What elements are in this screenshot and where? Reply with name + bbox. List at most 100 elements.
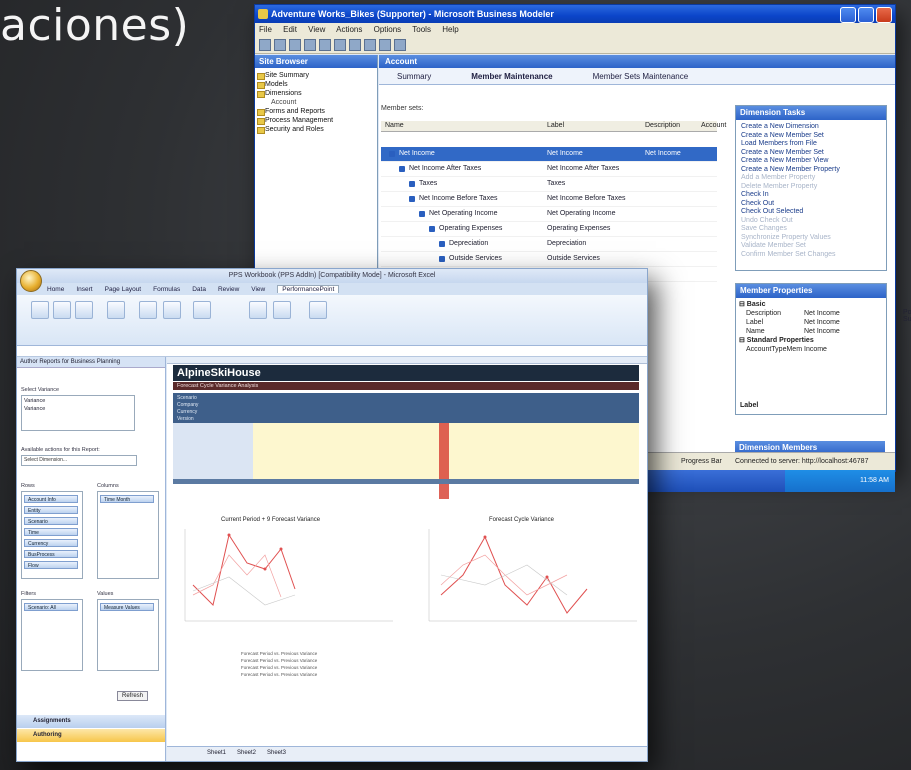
cut-icon[interactable] bbox=[319, 39, 331, 51]
tree-item[interactable]: Security and Roles bbox=[255, 125, 377, 134]
row-chip[interactable]: Scenario bbox=[24, 517, 78, 525]
col-description[interactable]: Description bbox=[645, 122, 680, 129]
ribbon-tab[interactable]: Insert bbox=[76, 286, 92, 293]
filter-chip[interactable]: Scenario: All bbox=[24, 603, 78, 611]
columns-zone[interactable]: Time Month bbox=[97, 491, 159, 579]
help-icon[interactable] bbox=[394, 39, 406, 51]
menu-options[interactable]: Options bbox=[374, 25, 402, 34]
ribbon-tab[interactable]: View bbox=[251, 286, 265, 293]
property-row[interactable]: ⊟ Standard Properties bbox=[736, 336, 886, 345]
ribbon-tab[interactable]: Review bbox=[218, 286, 239, 293]
refresh-button[interactable]: Refresh bbox=[117, 691, 149, 701]
values-zone[interactable]: Measure Values bbox=[97, 599, 159, 671]
property-row[interactable]: Label Net Income bbox=[736, 318, 886, 327]
ribbon-tab[interactable]: Formulas bbox=[153, 286, 180, 293]
refresh-icon[interactable] bbox=[163, 301, 181, 319]
menu-edit[interactable]: Edit bbox=[283, 25, 297, 34]
new-icon[interactable] bbox=[259, 39, 271, 51]
help-icon[interactable] bbox=[309, 301, 327, 319]
column-chip[interactable]: Time Month bbox=[100, 495, 154, 503]
ribbon-tab[interactable]: PerformancePoint bbox=[277, 285, 340, 293]
menu-help[interactable]: Help bbox=[442, 25, 458, 34]
undo-icon[interactable] bbox=[364, 39, 376, 51]
task-link[interactable]: Create a New Member Set bbox=[736, 149, 886, 158]
menu-file[interactable]: File bbox=[259, 25, 272, 34]
open-icon[interactable] bbox=[274, 39, 286, 51]
task-link[interactable]: Create a New Member Set bbox=[736, 132, 886, 141]
table-row[interactable]: Outside Services Outside Services bbox=[381, 252, 717, 267]
sheet-tab[interactable]: Sheet2 bbox=[237, 750, 256, 756]
report-icon[interactable] bbox=[193, 301, 211, 319]
menu-actions[interactable]: Actions bbox=[336, 25, 362, 34]
list-item[interactable]: Variance bbox=[22, 406, 134, 412]
maximize-icon[interactable] bbox=[858, 7, 874, 23]
nav-authoring[interactable]: Authoring bbox=[17, 729, 165, 742]
task-link[interactable]: Check Out Selected bbox=[736, 208, 886, 217]
property-row[interactable]: ⊟ Basic bbox=[736, 300, 886, 309]
table-row[interactable]: Taxes Taxes bbox=[381, 177, 717, 192]
table-row[interactable]: Operating Expenses Operating Expenses bbox=[381, 222, 717, 237]
new-icon[interactable] bbox=[31, 301, 49, 319]
col-account[interactable]: Account bbox=[701, 122, 726, 129]
show-pane-icon[interactable] bbox=[249, 301, 267, 319]
menu-tools[interactable]: Tools bbox=[412, 25, 431, 34]
table-row[interactable]: Depreciation Depreciation bbox=[381, 237, 717, 252]
row-chip[interactable]: Account Info bbox=[24, 495, 78, 503]
copy-icon[interactable] bbox=[334, 39, 346, 51]
task-link[interactable]: Check Out bbox=[736, 200, 886, 209]
assignments-icon[interactable] bbox=[107, 301, 125, 319]
tab-member-sets-maintenance[interactable]: Member Sets Maintenance bbox=[593, 72, 689, 81]
task-link[interactable]: Create a New Member Property bbox=[736, 166, 886, 175]
save-icon[interactable] bbox=[75, 301, 93, 319]
property-row[interactable]: AccountTypeMem Income bbox=[736, 345, 886, 354]
filters-zone[interactable]: Scenario: All bbox=[21, 599, 83, 671]
sheet-tab[interactable]: Sheet3 bbox=[267, 750, 286, 756]
paste-icon[interactable] bbox=[349, 39, 361, 51]
tree-item[interactable]: Models bbox=[255, 80, 377, 89]
submit-icon[interactable] bbox=[139, 301, 157, 319]
tree-item[interactable]: Forms and Reports bbox=[255, 107, 377, 116]
property-row[interactable]: Description Net Income bbox=[736, 309, 886, 318]
spreadsheet[interactable]: AlpineSkiHouse Forecast Cycle Variance A… bbox=[167, 357, 647, 747]
property-row[interactable]: Name Net Income bbox=[736, 327, 886, 336]
redo-icon[interactable] bbox=[379, 39, 391, 51]
col-name[interactable]: Name bbox=[385, 122, 404, 129]
dimension-dropdown[interactable]: Select Dimension... bbox=[21, 455, 137, 466]
table-row[interactable]: Net Income Net Income Net Income bbox=[381, 147, 717, 162]
row-chip[interactable]: Entity bbox=[24, 506, 78, 514]
row-chip[interactable]: Currency bbox=[24, 539, 78, 547]
task-link[interactable]: Check In bbox=[736, 191, 886, 200]
close-icon[interactable] bbox=[876, 7, 892, 23]
task-link[interactable]: Create a New Member View bbox=[736, 157, 886, 166]
ribbon-tab[interactable]: Page Layout bbox=[105, 286, 142, 293]
menu-view[interactable]: View bbox=[308, 25, 325, 34]
tab-summary[interactable]: Summary bbox=[397, 72, 431, 81]
table-row[interactable]: Net Income After Taxes Net Income After T… bbox=[381, 162, 717, 177]
formula-bar[interactable] bbox=[17, 346, 647, 357]
ribbon-tab[interactable]: Home bbox=[47, 286, 64, 293]
tree-item[interactable]: Site Summary bbox=[255, 71, 377, 80]
tree-item[interactable]: Dimensions bbox=[255, 89, 377, 98]
row-chip[interactable]: Flow bbox=[24, 561, 78, 569]
variance-list[interactable]: Variance Variance bbox=[21, 395, 135, 431]
list-item[interactable]: Variance bbox=[22, 396, 134, 406]
minimize-icon[interactable] bbox=[840, 7, 856, 23]
office-button-icon[interactable] bbox=[20, 270, 42, 292]
options-icon[interactable] bbox=[273, 301, 291, 319]
col-label[interactable]: Label bbox=[547, 122, 564, 129]
sheet-tab[interactable]: Sheet1 bbox=[207, 750, 226, 756]
task-link[interactable]: Load Members from File bbox=[736, 140, 886, 149]
value-chip[interactable]: Measure Values bbox=[100, 603, 154, 611]
row-chip[interactable]: BusProcess bbox=[24, 550, 78, 558]
table-row[interactable]: Net Income Before Taxes Net Income Before… bbox=[381, 192, 717, 207]
nav-assignments[interactable]: Assignments bbox=[17, 715, 165, 728]
tab-member-maintenance[interactable]: Member Maintenance bbox=[471, 72, 552, 81]
tree-item[interactable]: Account bbox=[255, 98, 377, 107]
print-icon[interactable] bbox=[304, 39, 316, 51]
rows-zone[interactable]: Account Info Entity Scenario Time Currency Bu… bbox=[21, 491, 83, 579]
tree-item[interactable]: Process Management bbox=[255, 116, 377, 125]
save-icon[interactable] bbox=[289, 39, 301, 51]
row-chip[interactable]: Time bbox=[24, 528, 78, 536]
table-row[interactable]: Net Operating Income Net Operating Income bbox=[381, 207, 717, 222]
open-icon[interactable] bbox=[53, 301, 71, 319]
